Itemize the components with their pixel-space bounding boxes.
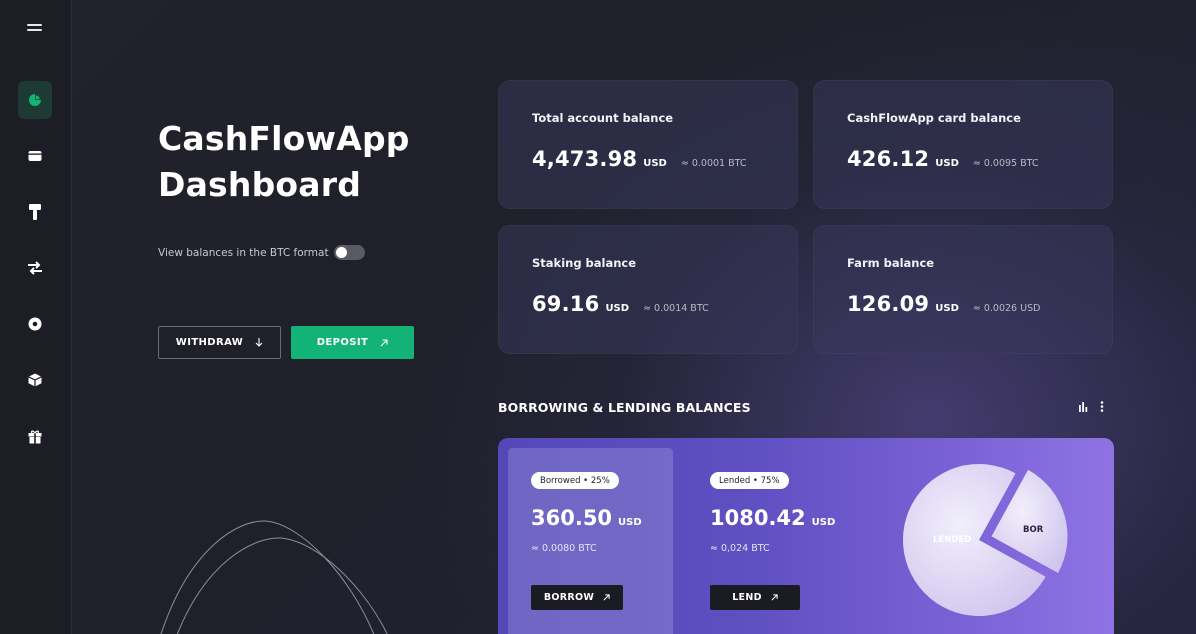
pie-label-borrowed: BOR: [1023, 525, 1044, 535]
lended-pill: Lended • 75%: [710, 472, 789, 489]
card-amount-row: 4,473.98 USD ≈ 0.0001 BTC: [532, 147, 747, 171]
borrowed-pill: Borrowed • 25%: [531, 472, 619, 489]
paint-roller-icon: [29, 204, 41, 220]
decorative-arcs: [160, 520, 388, 634]
card-currency: USD: [935, 158, 959, 169]
sidebar-item-wallet[interactable]: [18, 137, 52, 175]
btc-format-row: View balances in the BTC format: [158, 245, 365, 260]
bar-chart-icon[interactable]: [1078, 401, 1088, 412]
page-title-line2: Dashboard: [158, 165, 362, 204]
card-currency: USD: [643, 158, 667, 169]
gift-icon: [28, 430, 42, 444]
arrow-up-right-icon: [603, 594, 610, 601]
lending-pie-chart: [903, 464, 1068, 616]
card-amount: 69.16: [532, 292, 600, 316]
btc-format-label: View balances in the BTC format: [158, 246, 329, 259]
card-amount: 426.12: [847, 147, 930, 171]
deposit-button[interactable]: DEPOSIT: [291, 326, 414, 359]
arrow-up-right-icon: [380, 338, 388, 346]
card-amount: 126.09: [847, 292, 930, 316]
card-conversion: ≈ 0.0026 USD: [972, 303, 1041, 314]
card-title: CashFlowApp card balance: [847, 111, 1021, 125]
card-amount: 4,473.98: [532, 147, 638, 171]
app: CashFlowApp Dashboard View balances in t…: [0, 0, 1196, 634]
page-title-line1: CashFlowApp: [158, 119, 410, 158]
arrow-down-icon: [255, 338, 263, 347]
sidebar: [0, 0, 72, 634]
sidebar-item-exchange[interactable]: [18, 249, 52, 287]
card-amount-row: 126.09 USD ≈ 0.0026 USD: [847, 292, 1040, 316]
lend-label: LEND: [732, 592, 762, 603]
card-currency: USD: [935, 303, 959, 314]
sidebar-item-tools[interactable]: [18, 193, 52, 231]
sidebar-item-dashboard[interactable]: [18, 81, 52, 119]
lended-conversion: ≈ 0,024 BTC: [710, 543, 770, 554]
card-cashflow-card-balance: CashFlowApp card balance 426.12 USD ≈ 0.…: [813, 80, 1113, 209]
sidebar-item-staking[interactable]: [18, 305, 52, 343]
borrow-button[interactable]: BORROW: [531, 585, 623, 610]
exchange-arrows-icon: [28, 261, 42, 275]
wallet-icon: [28, 151, 42, 161]
borrowed-amount-row: 360.50 USD: [531, 506, 642, 530]
box-icon: [28, 373, 42, 387]
card-farm-balance: Farm balance 126.09 USD ≈ 0.0026 USD: [813, 225, 1113, 354]
card-staking-balance: Staking balance 69.16 USD ≈ 0.0014 BTC: [498, 225, 798, 354]
more-vertical-icon[interactable]: [1100, 401, 1104, 412]
lended-currency: USD: [811, 517, 836, 528]
disc-icon: [28, 317, 42, 331]
lended-amount-row: 1080.42 USD: [710, 506, 835, 530]
borrowed-amount: 360.50: [531, 506, 613, 530]
withdraw-label: WITHDRAW: [175, 337, 244, 348]
card-title: Staking balance: [532, 256, 637, 270]
card-conversion: ≈ 0.0001 BTC: [680, 158, 747, 169]
borrowed-currency: USD: [618, 517, 642, 528]
card-total-balance: Total account balance 4,473.98 USD ≈ 0.0…: [498, 80, 798, 209]
sidebar-item-rewards[interactable]: [18, 418, 52, 456]
borrow-label: BORROW: [543, 592, 595, 603]
card-conversion: ≈ 0.0014 BTC: [643, 303, 709, 314]
card-title: Farm balance: [847, 256, 935, 270]
lending-section-title: BORROWING & LENDING BALANCES: [498, 400, 751, 415]
lending-panel: Borrowed • 25% 360.50 USD ≈ 0.0080 BTC B…: [498, 438, 1114, 634]
btc-format-toggle[interactable]: [334, 245, 365, 260]
pie-chart-icon: [29, 94, 41, 106]
section-tools: [1078, 401, 1104, 412]
card-title: Total account balance: [532, 111, 674, 125]
sidebar-item-packages[interactable]: [18, 361, 52, 399]
card-amount-row: 426.12 USD ≈ 0.0095 BTC: [847, 147, 1039, 171]
arrow-up-right-icon: [771, 594, 778, 601]
withdraw-button[interactable]: WITHDRAW: [158, 326, 281, 359]
borrowed-conversion: ≈ 0.0080 BTC: [531, 543, 597, 554]
lend-button[interactable]: LEND: [710, 585, 800, 610]
page-title: CashFlowApp Dashboard: [158, 116, 458, 208]
menu-icon[interactable]: [27, 23, 43, 33]
toggle-knob: [336, 247, 347, 258]
pie-label-lended: LENDED: [933, 535, 972, 545]
card-amount-row: 69.16 USD ≈ 0.0014 BTC: [532, 292, 709, 316]
card-currency: USD: [605, 303, 630, 314]
card-conversion: ≈ 0.0095 BTC: [972, 158, 1039, 169]
deposit-label: DEPOSIT: [316, 337, 369, 348]
lended-amount: 1080.42: [710, 506, 806, 530]
